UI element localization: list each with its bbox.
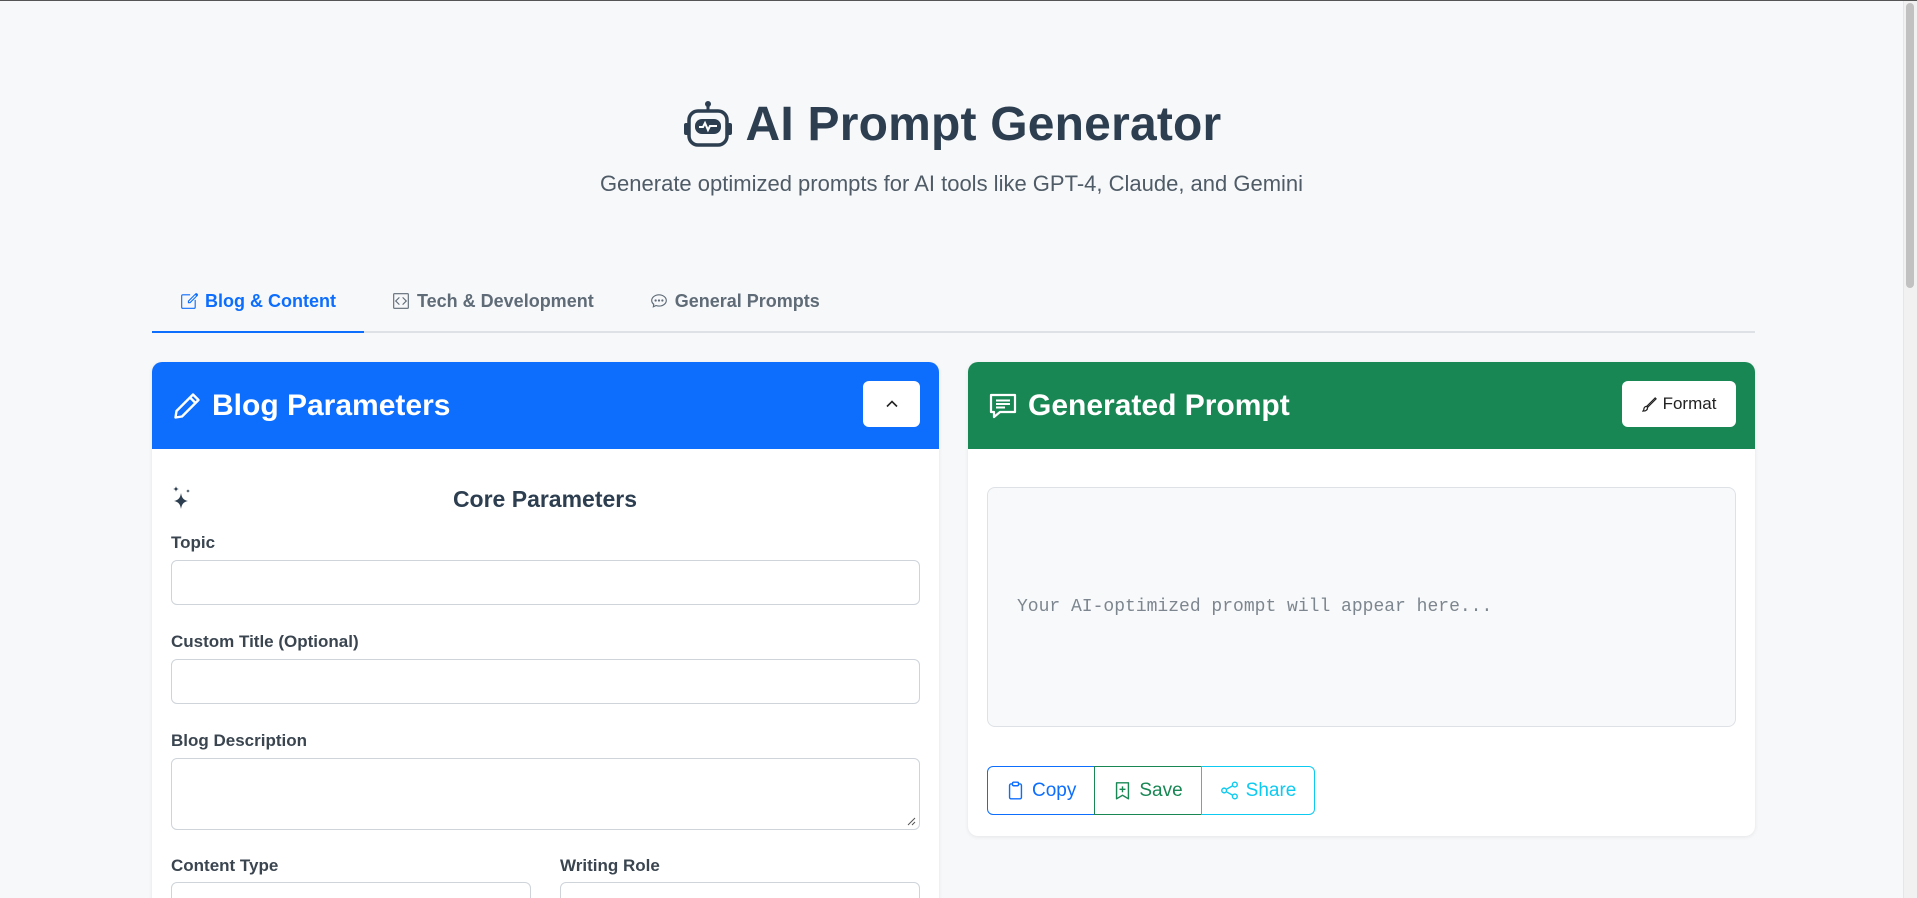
chevron-up-icon — [885, 400, 898, 408]
core-parameters-heading: Core Parameters — [171, 485, 919, 513]
custom-title-label: Custom Title (Optional) — [171, 632, 359, 651]
tab-general-prompts-label: General Prompts — [674, 290, 820, 311]
content-type-select[interactable] — [171, 882, 531, 898]
chat-dots-icon — [650, 294, 667, 308]
page-subtitle: Generate optimized prompts for AI tools … — [599, 171, 1304, 196]
bookmark-plus-icon — [1116, 782, 1130, 800]
tab-tech-development-label: Tech & Development — [416, 290, 594, 311]
topic-label: Topic — [171, 533, 216, 552]
clipboard-icon — [1008, 781, 1023, 800]
generated-prompt-title: Generated Prompt — [1028, 388, 1290, 422]
blog-parameters-header: Blog Parameters — [152, 362, 939, 449]
topic-input[interactable] — [171, 560, 920, 605]
format-button-label: Format — [1662, 394, 1717, 413]
custom-title-input[interactable] — [171, 659, 920, 704]
pencil-icon — [174, 392, 200, 419]
prompt-output-placeholder: Your AI-optimized prompt will appear her… — [1017, 597, 1493, 617]
page-title: AI Prompt Generator — [745, 98, 1222, 151]
format-button[interactable]: Format — [1622, 381, 1736, 427]
tab-blog-content[interactable]: Blog & Content — [152, 271, 364, 333]
share-button[interactable]: Share — [1200, 766, 1316, 815]
page-scrollbar[interactable] — [1903, 1, 1917, 898]
tab-tech-development[interactable]: Tech & Development — [364, 271, 622, 331]
blog-description-textarea[interactable] — [171, 758, 920, 830]
page-title-row: AI Prompt Generator — [0, 97, 1903, 152]
writing-role-label: Writing Role — [560, 856, 660, 875]
scrollbar-thumb[interactable] — [1906, 3, 1914, 288]
message-lines-icon — [989, 393, 1017, 418]
tab-bar: Blog & Content Tech & Development Genera… — [152, 271, 1755, 333]
pencil-square-icon — [181, 293, 198, 309]
code-square-icon — [393, 293, 409, 309]
prompt-actions: Copy Save Share — [987, 766, 1316, 815]
stars-icon — [173, 486, 190, 509]
core-parameters-title: Core Parameters — [452, 485, 638, 512]
copy-button-label: Copy — [1032, 779, 1077, 801]
collapse-button[interactable] — [863, 381, 920, 427]
share-button-label: Share — [1245, 779, 1297, 801]
brush-icon — [1641, 396, 1657, 412]
generated-prompt-card: Generated Prompt Format Your AI-optimize… — [968, 362, 1755, 836]
generated-prompt-header: Generated Prompt Format — [968, 362, 1755, 449]
blog-parameters-title: Blog Parameters — [212, 388, 451, 422]
save-button-label: Save — [1139, 779, 1183, 801]
content-type-label: Content Type — [171, 856, 279, 875]
save-button[interactable]: Save — [1094, 766, 1202, 815]
robot-icon — [683, 100, 732, 147]
copy-button[interactable]: Copy — [987, 766, 1096, 815]
writing-role-select[interactable] — [560, 882, 920, 898]
resize-grip-icon[interactable] — [906, 816, 916, 826]
share-icon — [1220, 781, 1238, 800]
tab-general-prompts[interactable]: General Prompts — [622, 271, 848, 331]
prompt-output[interactable]: Your AI-optimized prompt will appear her… — [987, 487, 1736, 727]
tab-blog-content-label: Blog & Content — [205, 290, 336, 311]
blog-parameters-card: Blog Parameters Core Parameters Topic Cu… — [152, 362, 939, 898]
blog-description-label: Blog Description — [171, 731, 308, 750]
